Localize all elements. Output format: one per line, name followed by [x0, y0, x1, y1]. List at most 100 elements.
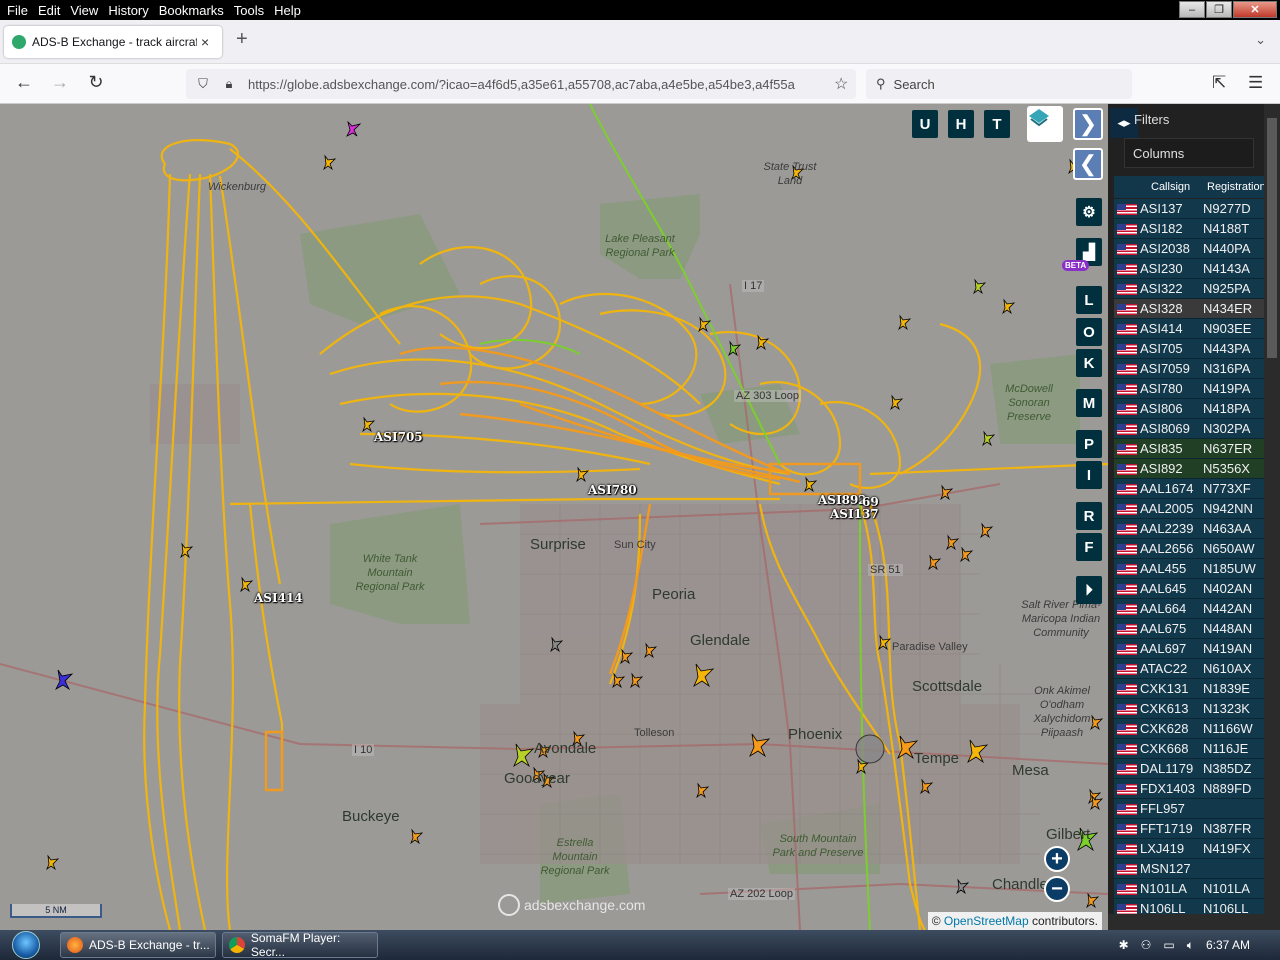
l-button[interactable]: L: [1076, 286, 1102, 314]
osm-link[interactable]: OpenStreetMap: [944, 914, 1029, 928]
restore-icon[interactable]: ❐: [1206, 1, 1232, 18]
table-row[interactable]: CXK613 N1323K: [1114, 699, 1264, 719]
aircraft-label-asi892[interactable]: ASI892: [818, 493, 867, 507]
k-button[interactable]: K: [1076, 349, 1102, 377]
map-view[interactable]: Wickenburg Surprise Sun City Peoria Glen…: [0, 104, 1108, 930]
table-row[interactable]: FFL957: [1114, 799, 1264, 819]
menu-tools[interactable]: Tools: [230, 3, 268, 18]
menu-edit[interactable]: Edit: [34, 3, 64, 18]
lock-icon[interactable]: 🔒︎: [220, 76, 238, 92]
table-row[interactable]: ASI137 N9277D: [1114, 199, 1264, 219]
m-button[interactable]: M: [1076, 389, 1102, 417]
aircraft-label-asi137[interactable]: ASI137: [830, 507, 879, 521]
close-window-icon[interactable]: ✕: [1233, 1, 1277, 18]
table-row[interactable]: AAL1674 N773XF: [1114, 479, 1264, 499]
taskbar-firefox[interactable]: ADS-B Exchange - tr...: [60, 932, 216, 958]
u-button[interactable]: U: [912, 110, 938, 138]
taskbar-chrome[interactable]: SomaFM Player: Secr...: [222, 931, 378, 959]
header-registration[interactable]: Registration: [1207, 181, 1266, 193]
tracking-protection-icon[interactable]: ⛉: [194, 76, 212, 92]
table-row[interactable]: AAL664 N442AN: [1114, 599, 1264, 619]
table-row[interactable]: AAL2239 N463AA: [1114, 519, 1264, 539]
bluetooth-icon[interactable]: ✱: [1119, 938, 1129, 952]
table-row[interactable]: FDX1403 N889FD: [1114, 779, 1264, 799]
tab-close-icon[interactable]: ×: [201, 34, 209, 50]
table-row[interactable]: ASI230 N4143A: [1114, 259, 1264, 279]
replay-button[interactable]: ⏵: [1076, 576, 1102, 604]
monitor-icon[interactable]: ▭: [1163, 938, 1174, 952]
zoom-out-button[interactable]: −: [1044, 876, 1070, 902]
table-row[interactable]: LXJ419 N419FX: [1114, 839, 1264, 859]
tab-adsb[interactable]: ADS-B Exchange - track aircraft ×: [4, 26, 222, 58]
filters-button[interactable]: Filters: [1134, 112, 1169, 127]
o-button[interactable]: O: [1076, 318, 1102, 346]
table-row[interactable]: N101LA N101LA: [1114, 879, 1264, 899]
table-row[interactable]: CXK668 N116JE: [1114, 739, 1264, 759]
table-row[interactable]: ASI705 N443PA: [1114, 339, 1264, 359]
t-button[interactable]: T: [984, 110, 1010, 138]
share-icon[interactable]: ⇱: [1212, 73, 1226, 93]
table-row[interactable]: ASI2038 N440PA: [1114, 239, 1264, 259]
h-button[interactable]: H: [948, 110, 974, 138]
collapse-left-button[interactable]: ❮: [1073, 148, 1103, 180]
table-row[interactable]: AAL675 N448AN: [1114, 619, 1264, 639]
menu-view[interactable]: View: [66, 3, 102, 18]
table-row[interactable]: ASI8069 N302PA: [1114, 419, 1264, 439]
i-button[interactable]: I: [1076, 461, 1102, 489]
table-row[interactable]: AAL697 N419AN: [1114, 639, 1264, 659]
url-bar[interactable]: ⛉ 🔒︎ https://globe.adsbexchange.com/?ica…: [186, 69, 856, 99]
table-row[interactable]: ASI182 N4188T: [1114, 219, 1264, 239]
settings-button[interactable]: ⚙: [1076, 198, 1102, 226]
search-input[interactable]: ⚲ Search: [866, 69, 1132, 99]
table-row[interactable]: CXK131 N1839E: [1114, 679, 1264, 699]
table-row[interactable]: ASI7059 N316PA: [1114, 359, 1264, 379]
header-callsign[interactable]: Callsign: [1151, 181, 1190, 193]
table-row[interactable]: ATAC22 N610AX: [1114, 659, 1264, 679]
columns-button[interactable]: Columns: [1124, 138, 1254, 168]
start-button[interactable]: [8, 930, 44, 960]
url-text[interactable]: https://globe.adsbexchange.com/?icao=a4f…: [248, 77, 826, 92]
table-row[interactable]: CXK628 N1166W: [1114, 719, 1264, 739]
reload-icon[interactable]: ↻: [84, 72, 108, 93]
table-row[interactable]: ASI892 N5356X: [1114, 459, 1264, 479]
bookmark-star-icon[interactable]: ☆: [834, 74, 848, 94]
table-row[interactable]: ASI322 N925PA: [1114, 279, 1264, 299]
table-row[interactable]: AAL645 N402AN: [1114, 579, 1264, 599]
table-row[interactable]: DAL1179 N385DZ: [1114, 759, 1264, 779]
menu-file[interactable]: File: [3, 3, 32, 18]
table-row[interactable]: ASI780 N419PA: [1114, 379, 1264, 399]
back-arrow-icon[interactable]: ←: [12, 72, 36, 93]
scroll-thumb[interactable]: [1267, 118, 1277, 358]
vertical-scrollbar[interactable]: [1264, 104, 1280, 930]
aircraft-label-asi414[interactable]: ASI414: [254, 591, 303, 605]
table-row[interactable]: ASI328 N434ER: [1114, 299, 1264, 319]
forward-arrow-icon[interactable]: →: [48, 72, 72, 93]
table-row[interactable]: ASI835 N637ER: [1114, 439, 1264, 459]
table-row[interactable]: AAL455 N185UW: [1114, 559, 1264, 579]
volume-icon[interactable]: 🔈︎: [1187, 938, 1194, 953]
f-button[interactable]: F: [1076, 533, 1102, 561]
table-row[interactable]: FFT1719 N387FR: [1114, 819, 1264, 839]
p-button[interactable]: P: [1076, 430, 1102, 458]
clock[interactable]: 6:37 AM: [1206, 938, 1250, 952]
table-row[interactable]: AAL2656 N650AW: [1114, 539, 1264, 559]
minimize-icon[interactable]: –: [1179, 1, 1205, 18]
r-button[interactable]: R: [1076, 502, 1102, 530]
new-tab-button[interactable]: +: [236, 28, 248, 51]
layers-button[interactable]: [1027, 106, 1063, 142]
aircraft-label-asi780[interactable]: ASI780: [588, 483, 637, 497]
network-icon[interactable]: ⚇: [1141, 938, 1152, 952]
table-row[interactable]: MSN127: [1114, 859, 1264, 879]
app-menu-icon[interactable]: ☰: [1248, 73, 1263, 93]
expand-right-button[interactable]: ❯: [1073, 108, 1103, 140]
table-row[interactable]: ASI414 N903EE: [1114, 319, 1264, 339]
table-row[interactable]: AAL2005 N942NN: [1114, 499, 1264, 519]
zoom-in-button[interactable]: +: [1044, 846, 1070, 872]
horizontal-scrollbar[interactable]: [1108, 914, 1280, 930]
menu-history[interactable]: History: [104, 3, 152, 18]
list-tabs-chevron-icon[interactable]: ⌄: [1255, 32, 1266, 48]
menu-bookmarks[interactable]: Bookmarks: [155, 3, 228, 18]
table-row[interactable]: ASI806 N418PA: [1114, 399, 1264, 419]
aircraft-label-asi705[interactable]: ASI705: [374, 430, 423, 444]
menu-help[interactable]: Help: [270, 3, 305, 18]
